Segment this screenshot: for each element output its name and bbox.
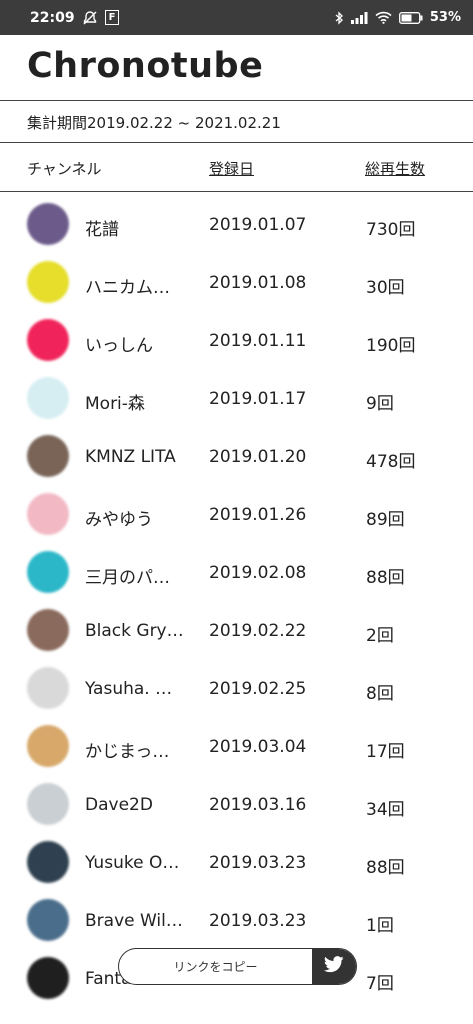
channel-name[interactable]: 三月のパ… — [85, 563, 197, 588]
bluetooth-icon — [335, 10, 344, 25]
table-row[interactable]: Black Gry… 2019.02.22 2回 — [0, 601, 473, 659]
table-row[interactable]: Yasuha. … 2019.02.25 8回 — [0, 659, 473, 717]
table-row[interactable]: Brave Wil… 2019.03.23 1回 — [0, 891, 473, 949]
table-row[interactable]: Mori-森 2019.01.17 9回 — [0, 369, 473, 427]
divider — [0, 191, 473, 192]
avatar — [27, 725, 69, 767]
registered-date: 2019.01.26 — [209, 505, 307, 525]
avatar — [27, 319, 69, 361]
divider — [0, 142, 473, 143]
avatar — [27, 493, 69, 535]
registered-date: 2019.01.08 — [209, 273, 307, 293]
channel-name[interactable]: みやゆう — [85, 505, 197, 530]
table-row[interactable]: ハニカム… 2019.01.08 30回 — [0, 253, 473, 311]
period-label: 集計期間2019.02.22 ~ 2021.02.21 — [27, 114, 281, 132]
app-title[interactable]: Chronotube — [27, 46, 263, 86]
registered-date: 2019.01.20 — [209, 447, 307, 467]
column-header-channel: チャンネル — [27, 160, 102, 178]
play-count: 2回 — [366, 626, 394, 646]
play-count: 17回 — [366, 742, 405, 762]
table-row[interactable]: かじまっ… 2019.03.04 17回 — [0, 717, 473, 775]
table-row[interactable]: Yusuke O… 2019.03.23 88回 — [0, 833, 473, 891]
play-count: 9回 — [366, 394, 394, 414]
channel-name[interactable]: いっしん — [85, 331, 197, 356]
play-count: 478回 — [366, 452, 416, 472]
channel-list: 花譜 2019.01.07 730回ハニカム… 2019.01.08 30回いっしん 20… — [0, 195, 473, 1007]
twitter-icon — [323, 956, 344, 977]
registered-date: 2019.02.08 — [209, 563, 307, 583]
registered-date: 2019.01.11 — [209, 331, 307, 351]
table-row[interactable]: KMNZ LITA 2019.01.20 478回 — [0, 427, 473, 485]
play-count: 1回 — [366, 916, 394, 936]
table-row[interactable]: 花譜 2019.01.07 730回 — [0, 195, 473, 253]
status-bar: 22:09 F 53% — [0, 0, 473, 35]
column-header-date-sort[interactable]: 登録日 — [209, 158, 254, 179]
avatar — [27, 841, 69, 883]
play-count: 88回 — [366, 858, 405, 878]
avatar — [27, 551, 69, 593]
channel-name[interactable]: ハニカム… — [85, 273, 197, 298]
clock: 22:09 — [30, 9, 75, 26]
avatar — [27, 899, 69, 941]
avatar — [27, 377, 69, 419]
avatar — [27, 435, 69, 477]
channel-name[interactable]: KMNZ LITA — [85, 447, 197, 467]
channel-name[interactable]: Dave2D — [85, 795, 197, 815]
registered-date: 2019.03.23 — [209, 853, 307, 873]
channel-name[interactable]: Brave Wil… — [85, 911, 197, 931]
channel-name[interactable]: かじまっ… — [85, 737, 197, 762]
table-row[interactable]: Dave2D 2019.03.16 34回 — [0, 775, 473, 833]
copy-link-button[interactable]: リンクをコピー — [119, 949, 312, 984]
table-row[interactable]: みやゆう 2019.01.26 89回 — [0, 485, 473, 543]
registered-date: 2019.03.16 — [209, 795, 307, 815]
registered-date: 2019.03.04 — [209, 737, 307, 757]
channel-name[interactable]: Yasuha. … — [85, 679, 197, 699]
registered-date: 2019.02.25 — [209, 679, 307, 699]
notifications-off-icon — [83, 10, 97, 25]
registered-date: 2019.03.23 — [209, 911, 307, 931]
channel-name[interactable]: Mori-森 — [85, 389, 197, 414]
play-count: 8回 — [366, 684, 394, 704]
signal-icon — [350, 11, 368, 24]
battery-level: 53% — [429, 10, 461, 25]
play-count: 88回 — [366, 568, 405, 588]
avatar — [27, 261, 69, 303]
play-count: 190回 — [366, 336, 416, 356]
registered-date: 2019.01.17 — [209, 389, 307, 409]
play-count: 30回 — [366, 278, 405, 298]
channel-name[interactable]: 花譜 — [85, 215, 197, 240]
avatar — [27, 667, 69, 709]
battery-icon — [398, 11, 423, 24]
play-count: 7回 — [366, 974, 394, 994]
channel-name[interactable]: Yusuke O… — [85, 853, 197, 873]
channel-name[interactable]: Black Gry… — [85, 621, 197, 641]
divider — [0, 100, 473, 101]
twitter-share-button[interactable] — [312, 949, 356, 984]
registered-date: 2019.01.07 — [209, 215, 307, 235]
app-badge-icon: F — [104, 10, 120, 25]
table-row[interactable]: いっしん 2019.01.11 190回 — [0, 311, 473, 369]
avatar — [27, 609, 69, 651]
avatar — [27, 957, 69, 999]
play-count: 34回 — [366, 800, 405, 820]
registered-date: 2019.02.22 — [209, 621, 307, 641]
avatar — [27, 783, 69, 825]
table-row[interactable]: 三月のパ… 2019.02.08 88回 — [0, 543, 473, 601]
column-header-plays-sort[interactable]: 総再生数 — [365, 158, 425, 179]
table-header: チャンネル 登録日 総再生数 — [0, 158, 473, 178]
avatar — [27, 203, 69, 245]
play-count: 89回 — [366, 510, 405, 530]
play-count: 730回 — [366, 220, 416, 240]
share-bar: リンクをコピー — [118, 948, 357, 985]
wifi-icon — [375, 11, 392, 24]
